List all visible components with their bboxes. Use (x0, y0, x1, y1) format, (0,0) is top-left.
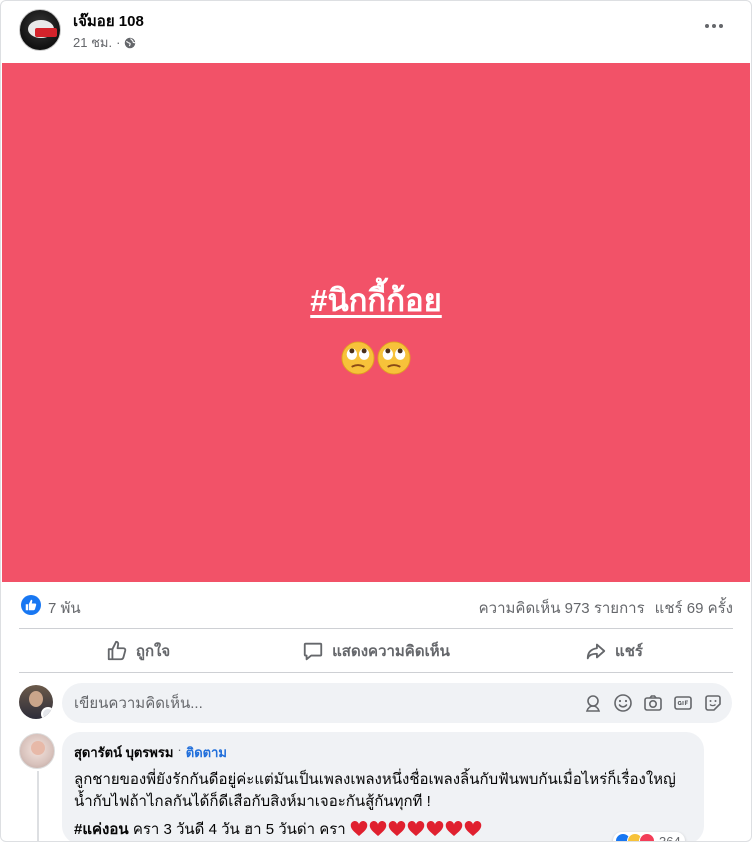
comment-reactions[interactable]: 364 (613, 832, 685, 842)
gif-icon (674, 696, 692, 710)
comment-text: ลูกชายของพี่ยังรักกันดีอยู่ค่ะแต่มันเป็น… (74, 769, 692, 841)
comment-last-line: #แค่งอน ครา 3 วันดี 4 วัน ฮา 5 วันด่า คร… (74, 819, 692, 841)
commenter-avatar[interactable] (19, 733, 55, 769)
divider (19, 672, 733, 673)
post-stats: 7 พัน ความคิดเห็น 973 รายการ แชร์ 69 ครั… (19, 593, 733, 619)
love-reaction-icon (639, 833, 655, 841)
composer-tools (582, 692, 724, 714)
more-dot-icon (712, 24, 716, 28)
comment-button[interactable]: แสดงความคิดเห็น (257, 631, 495, 671)
comment-composer (62, 683, 732, 723)
current-user-avatar[interactable] (19, 685, 53, 719)
comment-separator: · (177, 742, 182, 757)
hearts-emoji-group (350, 820, 482, 837)
comment-hashtag[interactable]: #แค่งอน (74, 821, 129, 838)
comment-tail: ครา 3 วันดี 4 วัน ฮา 5 วันด่า ครา (132, 821, 346, 838)
avatar-badge (35, 28, 57, 37)
author-avatar[interactable] (19, 9, 61, 51)
more-dot-icon (719, 24, 723, 28)
post-card: เจ๊มอย 108 21 ชม. · #นิกกี้ก้อย 7 พัน คว… (0, 0, 752, 842)
post-text-background: #นิกกี้ก้อย (2, 63, 750, 582)
avatar-sticker-button[interactable] (582, 692, 604, 714)
engagement-counts: ความคิดเห็น 973 รายการ แชร์ 69 ครั้ง (479, 596, 733, 620)
thumbs-up-outline-icon (107, 640, 127, 661)
avatar-sticker-icon (585, 695, 601, 712)
share-count[interactable]: แชร์ 69 ครั้ง (655, 596, 733, 620)
emoji-button[interactable] (612, 692, 634, 714)
thumbs-up-icon (25, 599, 37, 611)
comment-input[interactable] (74, 693, 494, 713)
smiley-icon (614, 694, 632, 712)
meta-separator: · (116, 35, 121, 50)
comment-reaction-count: 364 (659, 833, 681, 842)
thread-line (37, 771, 39, 841)
sticker-button[interactable] (702, 692, 724, 714)
author-name[interactable]: เจ๊มอย 108 (73, 9, 144, 33)
avatar-graphic (31, 741, 45, 755)
globe-icon (125, 37, 137, 48)
commenter-name[interactable]: สุดารัตน์ บุตรพรม (74, 742, 173, 763)
share-button-label: แชร์ (615, 643, 643, 660)
avatar-graphic (29, 691, 43, 707)
red-heart-icon (445, 820, 463, 836)
red-heart-icon (369, 820, 387, 836)
red-heart-icon (426, 820, 444, 836)
share-arrow-icon (586, 643, 606, 660)
like-count[interactable]: 7 พัน (48, 596, 81, 620)
comment-bubble: สุดารัตน์ บุตรพรม · ติดตาม ลูกชายของพี่ย… (62, 732, 704, 841)
comment-body: ลูกชายของพี่ยังรักกันดีอยู่ค่ะแต่มันเป็น… (74, 771, 676, 810)
like-button-label: ถูกใจ (135, 643, 171, 660)
post-time[interactable]: 21 ชม. (73, 32, 112, 53)
chevron-down-icon[interactable] (41, 707, 53, 719)
follow-link[interactable]: ติดตาม (186, 742, 227, 763)
comment-header: สุดารัตน์ บุตรพรม · ติดตาม (74, 742, 692, 763)
rolling-eyes-emoji-icon (341, 341, 375, 375)
gif-button[interactable] (672, 692, 694, 714)
like-button[interactable]: ถูกใจ (19, 631, 257, 671)
red-heart-icon (464, 820, 482, 836)
sticker-icon (705, 695, 721, 711)
post-hashtag[interactable]: #นิกกี้ก้อย (2, 275, 750, 325)
post-header: เจ๊มอย 108 21 ชม. · (1, 1, 751, 63)
comment-count[interactable]: ความคิดเห็น 973 รายการ (479, 596, 645, 620)
divider (19, 628, 733, 629)
post-meta: 21 ชม. · (73, 32, 137, 53)
red-heart-icon (350, 820, 368, 836)
red-heart-icon (388, 820, 406, 836)
photo-button[interactable] (642, 692, 664, 714)
red-heart-icon (407, 820, 425, 836)
like-reaction-icon[interactable] (21, 595, 41, 615)
rolling-eyes-emoji-icon (377, 341, 411, 375)
more-dot-icon (705, 24, 709, 28)
post-emojis (2, 341, 750, 375)
share-button[interactable]: แชร์ (495, 631, 733, 671)
comment-bubble-icon (303, 642, 323, 661)
comment-button-label: แสดงความคิดเห็น (332, 643, 450, 660)
camera-icon (644, 695, 662, 711)
more-options-button[interactable] (699, 13, 729, 39)
post-action-bar: ถูกใจ แสดงความคิดเห็น แชร์ (19, 631, 733, 671)
